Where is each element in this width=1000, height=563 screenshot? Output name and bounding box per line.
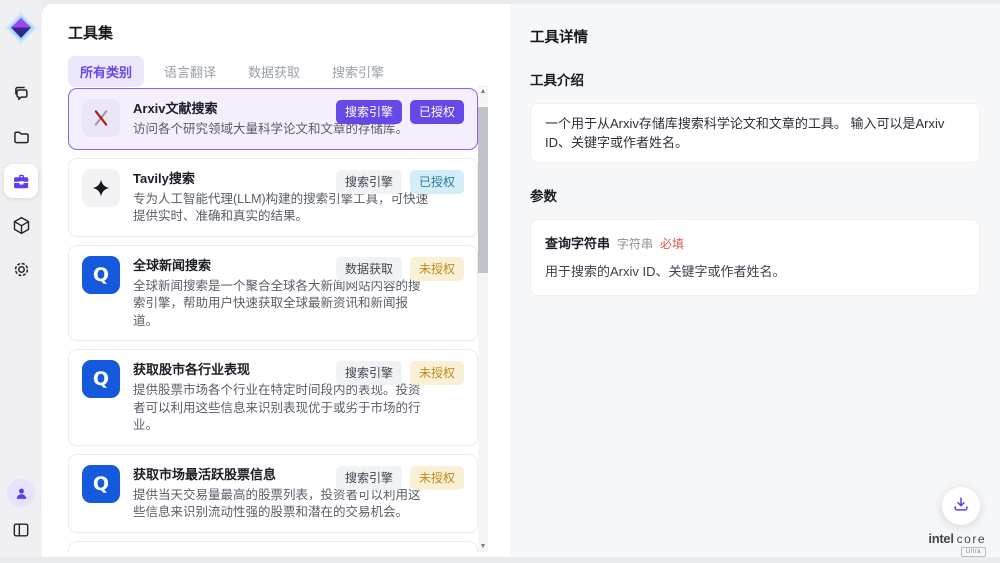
tool-tags: 搜索引擎未授权 <box>336 361 464 385</box>
tool-card-4[interactable]: Q获取市场最活跃股票信息提供当天交易量最高的股票列表，投资者可以利用这些信息来识… <box>68 454 478 533</box>
tool-card-2[interactable]: Q全球新闻搜索全球新闻搜索是一个聚合全球各大新闻网站内容的搜索引擎，帮助用户快速… <box>68 245 478 342</box>
sidebar-item-chat[interactable] <box>3 71 39 115</box>
tool-tags: 搜索引擎已授权 <box>336 100 464 124</box>
param-desc: 用于搜索的Arxiv ID、关键字或作者姓名。 <box>545 261 965 280</box>
layout-icon <box>11 520 31 540</box>
tool-description: 提供当天交易量最高的股票列表，投资者可以利用这些信息来识别流动性强的股票和潜在的… <box>133 487 429 522</box>
auth-status-badge: 未授权 <box>410 466 464 490</box>
download-button[interactable] <box>942 487 980 525</box>
tool-card-5[interactable]: 万维地区新闻查询查询具体行政区划内的新闻，快速了解各地新闻动搜索引擎未授权 <box>68 541 478 553</box>
page-title: 工具集 <box>68 22 113 43</box>
param-type: 字符串 <box>617 235 653 252</box>
auth-status-badge: 未授权 <box>410 361 464 385</box>
auth-status-badge: 已授权 <box>410 170 464 194</box>
tavily-icon <box>82 169 120 207</box>
category-badge: 搜索引擎 <box>336 466 402 490</box>
toolbox-icon <box>4 164 38 198</box>
tool-detail-panel: 工具详情 工具介绍 一个用于从Arxiv存储库搜索科学论文和文章的工具。 输入可… <box>510 4 1000 557</box>
tab-2[interactable]: 数据获取 <box>236 56 312 87</box>
scrollbar-thumb[interactable] <box>478 107 488 273</box>
sidebar-nav <box>3 71 39 291</box>
category-tabs: 所有类别语言翻译数据获取搜索引擎 <box>68 56 396 87</box>
tool-list: Arxiv文献搜索访问各个研究领域大量科学论文和文章的存储库。搜索引擎已授权 Ta… <box>68 88 478 552</box>
category-badge: 数据获取 <box>336 257 402 281</box>
tool-tags: 搜索引擎未授权 <box>336 466 464 490</box>
tool-card-0[interactable]: Arxiv文献搜索访问各个研究领域大量科学论文和文章的存储库。搜索引擎已授权 <box>68 88 478 150</box>
param-name: 查询字符串 <box>545 233 610 252</box>
tab-1[interactable]: 语言翻译 <box>152 56 228 87</box>
qblue-icon: Q <box>82 360 120 398</box>
tab-3[interactable]: 搜索引擎 <box>320 56 396 87</box>
tool-description: 全球新闻搜索是一个聚合全球各大新闻网站内容的搜索引擎，帮助用户快速获取全球最新资… <box>133 278 429 331</box>
sidebar-item-layout[interactable] <box>3 515 39 545</box>
intel-core-logo: intel core Ultra <box>928 531 986 557</box>
params-heading: 参数 <box>530 185 980 205</box>
intel-ultra-badge: Ultra <box>961 547 986 557</box>
category-badge: 搜索引擎 <box>336 100 402 124</box>
param-required-badge: 必填 <box>660 235 684 252</box>
news-icon <box>82 552 120 553</box>
qblue-icon: Q <box>82 465 120 503</box>
tool-description: 专为人工智能代理(LLM)构建的搜索引擎工具，可快速提供实时、准确和真实的结果。 <box>133 191 429 226</box>
user-icon <box>13 485 30 502</box>
sidebar-item-settings[interactable] <box>3 247 39 291</box>
detail-title: 工具详情 <box>530 26 980 47</box>
user-avatar[interactable] <box>7 479 35 507</box>
scrollbar[interactable]: ▲ ▼ <box>478 85 488 552</box>
app-logo-diamond-icon[interactable] <box>4 11 38 45</box>
tool-description: 提供股票市场各个行业在特定时间段内的表现。投资者可以利用这些信息来识别表现优于或… <box>133 382 429 435</box>
scrollbar-up-icon[interactable]: ▲ <box>478 85 488 97</box>
folder-icon <box>4 120 38 154</box>
download-icon <box>951 494 971 519</box>
app-root: 工具集 所有类别语言翻译数据获取搜索引擎 Arxiv文献搜索访问各个研究领域大量… <box>0 0 1000 563</box>
chat-icon <box>4 76 38 110</box>
auth-status-badge: 未授权 <box>410 257 464 281</box>
package-icon <box>4 208 38 242</box>
tool-card-1[interactable]: Tavily搜索专为人工智能代理(LLM)构建的搜索引擎工具，可快速提供实时、准… <box>68 158 478 237</box>
tool-tags: 数据获取未授权 <box>336 257 464 281</box>
sidebar-bottom <box>3 479 39 545</box>
intro-card: 一个用于从Arxiv存储库搜索科学论文和文章的工具。 输入可以是Arxiv ID… <box>530 103 980 163</box>
settings-icon <box>4 252 38 286</box>
sidebar-item-package[interactable] <box>3 203 39 247</box>
tab-0[interactable]: 所有类别 <box>68 56 144 87</box>
intro-heading: 工具介绍 <box>530 69 980 89</box>
intel-core-text: core <box>957 532 986 546</box>
sidebar-item-folder[interactable] <box>3 115 39 159</box>
tool-card-3[interactable]: Q获取股市各行业表现提供股票市场各个行业在特定时间段内的表现。投资者可以利用这些… <box>68 349 478 446</box>
param-card: 查询字符串 字符串 必填 用于搜索的Arxiv ID、关键字或作者姓名。 <box>530 219 980 296</box>
tool-tags: 搜索引擎已授权 <box>336 170 464 194</box>
tools-panel: 工具集 所有类别语言翻译数据获取搜索引擎 Arxiv文献搜索访问各个研究领域大量… <box>42 4 510 557</box>
param-header: 查询字符串 字符串 必填 <box>545 233 965 252</box>
sidebar-item-toolbox[interactable] <box>3 159 39 203</box>
category-badge: 搜索引擎 <box>336 361 402 385</box>
auth-status-badge: 已授权 <box>410 100 464 124</box>
scrollbar-down-icon[interactable]: ▼ <box>478 540 488 552</box>
arxiv-icon <box>82 99 120 137</box>
category-badge: 搜索引擎 <box>336 170 402 194</box>
qblue-icon: Q <box>82 256 120 294</box>
intel-brand-text: intel <box>928 531 953 546</box>
sidebar <box>0 0 42 557</box>
